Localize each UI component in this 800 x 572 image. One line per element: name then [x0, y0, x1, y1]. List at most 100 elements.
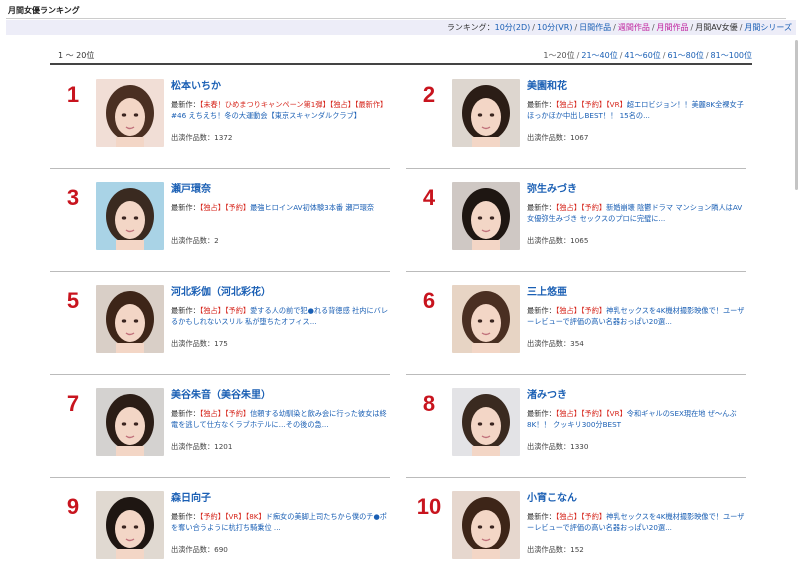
rank-number: 2 — [422, 82, 436, 107]
rank-number: 6 — [422, 288, 436, 313]
rank-number: 8 — [422, 391, 436, 416]
appearance-count-label: 出演作品数： — [527, 236, 571, 245]
actress-photo-svg — [452, 285, 520, 353]
actress-photo-svg — [452, 491, 520, 559]
actress-name-link[interactable]: 美園和花 — [527, 80, 749, 94]
actress-info: 美谷朱音（美谷朱里） 最新作：【独占】【予約】信頼する幼馴染と飲み会に行った彼女は… — [171, 389, 393, 452]
latest-release-title-link[interactable]: 【独占】【予約】愛する人の前で犯●れる背徳感 社内にバレるかもしれないスリル 私… — [171, 306, 388, 326]
actress-name-link[interactable]: 弥生みづき — [527, 183, 749, 197]
ranking-nav-label: ランキング： — [446, 23, 495, 32]
actress-photo[interactable] — [452, 285, 520, 353]
ranking-link[interactable]: 10分(VR) — [537, 23, 572, 32]
latest-release: 最新作：【独占】【予約】神乳セックスを4K機材撮影映像で！ユーザーレビューで評価… — [527, 305, 749, 338]
actress-name-link[interactable]: 小宵こなん — [527, 492, 749, 506]
latest-release-title-link[interactable]: 【予約】【VR】【8K】ド痴女の美脚上司たちから僕のチ●ポを奪い合うように杭打ち… — [171, 512, 387, 532]
actress-photo[interactable] — [452, 388, 520, 456]
actress-name-link[interactable]: 三上悠亜 — [527, 286, 749, 300]
ranking-item: 5 河北彩伽（河北彩花） 最新作：【独占】【予約】愛する人の前で犯●れる背徳感 社内… — [50, 272, 390, 375]
actress-name-link[interactable]: 松本いちか — [171, 80, 393, 94]
actress-name-link[interactable]: 渚みつき — [527, 389, 749, 403]
latest-release-title-link[interactable]: 【独占】【予約】【VR】超エロビジョン！！美麗8K全裸女子ほっかほか中出しBES… — [527, 100, 744, 120]
appearance-count-value: 354 — [570, 339, 584, 348]
actress-photo-svg — [452, 79, 520, 147]
ranking-item: 8 渚みつき最新作：【独占】【予約】【VR】令和ギャルのSEX現在地 ぜ〜んぶ8K… — [406, 375, 746, 478]
actress-info: 美園和花最新作：【独占】【予約】【VR】超エロビジョン！！美麗8K全裸女子ほっか… — [527, 80, 749, 143]
latest-release-title-link[interactable]: 【独占】【予約】新婚崩壊 陰鬱ドラマ マンション隣人はAV女優弥生みづき セック… — [527, 203, 742, 223]
actress-name-link[interactable]: 美谷朱音（美谷朱里） — [171, 389, 393, 403]
appearance-count: 出演作品数：1372 — [171, 132, 393, 143]
latest-release-label: 最新作： — [171, 512, 200, 521]
release-tags: 【独占】【予約】 — [555, 306, 607, 315]
appearance-count: 出演作品数：690 — [171, 544, 393, 555]
ranking-item: 2 美園和花最新作：【独占】【予約】【VR】超エロビジョン！！美麗8K全裸女子ほっ… — [406, 66, 746, 169]
latest-release-title-link[interactable]: 【独占】【予約】神乳セックスを4K機材撮影映像で！ユーザーレビューで評価の高い名… — [527, 306, 744, 326]
rank-number: 5 — [66, 288, 80, 313]
actress-name-link[interactable]: 瀬戸環奈 — [171, 183, 393, 197]
latest-release-label: 最新作： — [527, 409, 556, 418]
latest-release-title-link[interactable]: 【独占】【予約】神乳セックスを4K機材撮影映像で！ユーザーレビューで評価の高い名… — [527, 512, 744, 532]
actress-photo[interactable] — [452, 491, 520, 559]
ranking-item: 4 弥生みづき最新作：【独占】【予約】新婚崩壊 陰鬱ドラマ マンション隣人はAV女… — [406, 169, 746, 272]
release-title-text: #46 えちえち！冬の大運動会【東京スキャンダルクラブ】 — [171, 111, 361, 120]
actress-photo[interactable] — [96, 491, 164, 559]
page-title: 月間女優ランキング — [6, 5, 786, 19]
appearance-count-value: 690 — [214, 545, 228, 554]
pagination: 1〜20位/21〜40位/41〜60位/61〜80位/81〜100位 — [543, 50, 752, 62]
latest-release-title-link[interactable]: 【独占】【予約】信頼する幼馴染と飲み会に行った彼女は終電を逃して仕方なくラブホテ… — [171, 409, 387, 429]
appearance-count-label: 出演作品数： — [171, 133, 215, 142]
latest-release-label: 最新作： — [527, 306, 556, 315]
separator: / — [619, 51, 623, 60]
latest-release-title-link[interactable]: 【独占】【予約】最強ヒロインAV初体験3本番 瀬戸環奈 — [200, 203, 374, 212]
rank-number: 7 — [66, 391, 80, 416]
ranking-link[interactable]: 月間作品 — [657, 23, 689, 32]
separator: / — [651, 23, 655, 32]
ranking-link[interactable]: 週間作品 — [618, 23, 650, 32]
actress-photo-svg — [452, 388, 520, 456]
rank-number: 4 — [422, 185, 436, 210]
actress-photo[interactable] — [96, 79, 164, 147]
scrollbar-thumb[interactable] — [795, 40, 798, 190]
actress-name-link[interactable]: 森日向子 — [171, 492, 393, 506]
latest-release: 最新作：【独占】【予約】新婚崩壊 陰鬱ドラマ マンション隣人はAV女優弥生みづき… — [527, 202, 749, 235]
actress-photo[interactable] — [96, 285, 164, 353]
actress-photo[interactable] — [96, 182, 164, 250]
page-link[interactable]: 61〜80位 — [667, 51, 703, 60]
ranking-item: 1 松本いちか最新作：【未春！ひめまつりキャンペーン第1弾】【独占】【最新作】 #4… — [50, 66, 390, 169]
latest-release-label: 最新作： — [527, 100, 556, 109]
appearance-count-value: 1067 — [570, 133, 589, 142]
rank-number: 1 — [66, 82, 80, 107]
page-link[interactable]: 21〜40位 — [581, 51, 617, 60]
latest-release-title-link[interactable]: 【独占】【予約】【VR】令和ギャルのSEX現在地 ぜ〜んぶ8K！！ クッキリ30… — [527, 409, 737, 429]
actress-info: 河北彩伽（河北彩花） 最新作：【独占】【予約】愛する人の前で犯●れる背徳感 社内に… — [171, 286, 393, 349]
actress-photo[interactable] — [452, 79, 520, 147]
actress-photo[interactable] — [452, 182, 520, 250]
appearance-count: 出演作品数：1067 — [527, 132, 749, 143]
actress-info: 森日向子最新作：【予約】【VR】【8K】ド痴女の美脚上司たちから僕のチ●ポを奪い… — [171, 492, 393, 555]
ranking-link[interactable]: 10分(2D) — [495, 23, 531, 32]
actress-photo[interactable] — [96, 388, 164, 456]
page-link[interactable]: 81〜100位 — [711, 51, 752, 60]
latest-release: 最新作：【独占】【予約】愛する人の前で犯●れる背徳感 社内にバレるかもしれないス… — [171, 305, 393, 338]
latest-release: 最新作：【独占】【予約】【VR】超エロビジョン！！美麗8K全裸女子ほっかほか中出… — [527, 99, 749, 132]
separator: / — [576, 51, 580, 60]
latest-release-title-link[interactable]: 【未春！ひめまつりキャンペーン第1弾】【独占】【最新作】 #46 えちえち！冬の大… — [171, 100, 387, 120]
release-tags: 【予約】【VR】【8K】 — [199, 512, 266, 521]
appearance-count-label: 出演作品数： — [527, 133, 571, 142]
ranking-item: 6 三上悠亜最新作：【独占】【予約】神乳セックスを4K機材撮影映像で！ユーザーレビ… — [406, 272, 746, 375]
actress-photo-svg — [96, 285, 164, 353]
appearance-count-value: 1065 — [570, 236, 589, 245]
latest-release-label: 最新作： — [527, 512, 556, 521]
appearance-count-label: 出演作品数： — [171, 339, 215, 348]
ranking-link[interactable]: 月間シリーズ — [744, 23, 792, 32]
actress-name-link[interactable]: 河北彩伽（河北彩花） — [171, 286, 393, 300]
separator: / — [532, 23, 535, 32]
latest-release-label: 最新作： — [171, 100, 200, 109]
latest-release: 最新作：【未春！ひめまつりキャンペーン第1弾】【独占】【最新作】 #46 えちえち… — [171, 99, 393, 132]
page-link[interactable]: 41〜60位 — [624, 51, 660, 60]
appearance-count: 出演作品数：354 — [527, 338, 749, 349]
latest-release: 最新作：【独占】【予約】信頼する幼馴染と飲み会に行った彼女は終電を逃して仕方なく… — [171, 408, 393, 441]
range-label: 1 〜 20位 — [58, 51, 95, 60]
release-title-text: 最強ヒロインAV初体験3本番 瀬戸環奈 — [250, 203, 375, 212]
ranking-item: 10 小宵こなん 最新作：【独占】【予約】神乳セックスを4K機材撮影映像で！ユーザー… — [406, 478, 746, 572]
ranking-link[interactable]: 日間作品 — [579, 23, 611, 32]
